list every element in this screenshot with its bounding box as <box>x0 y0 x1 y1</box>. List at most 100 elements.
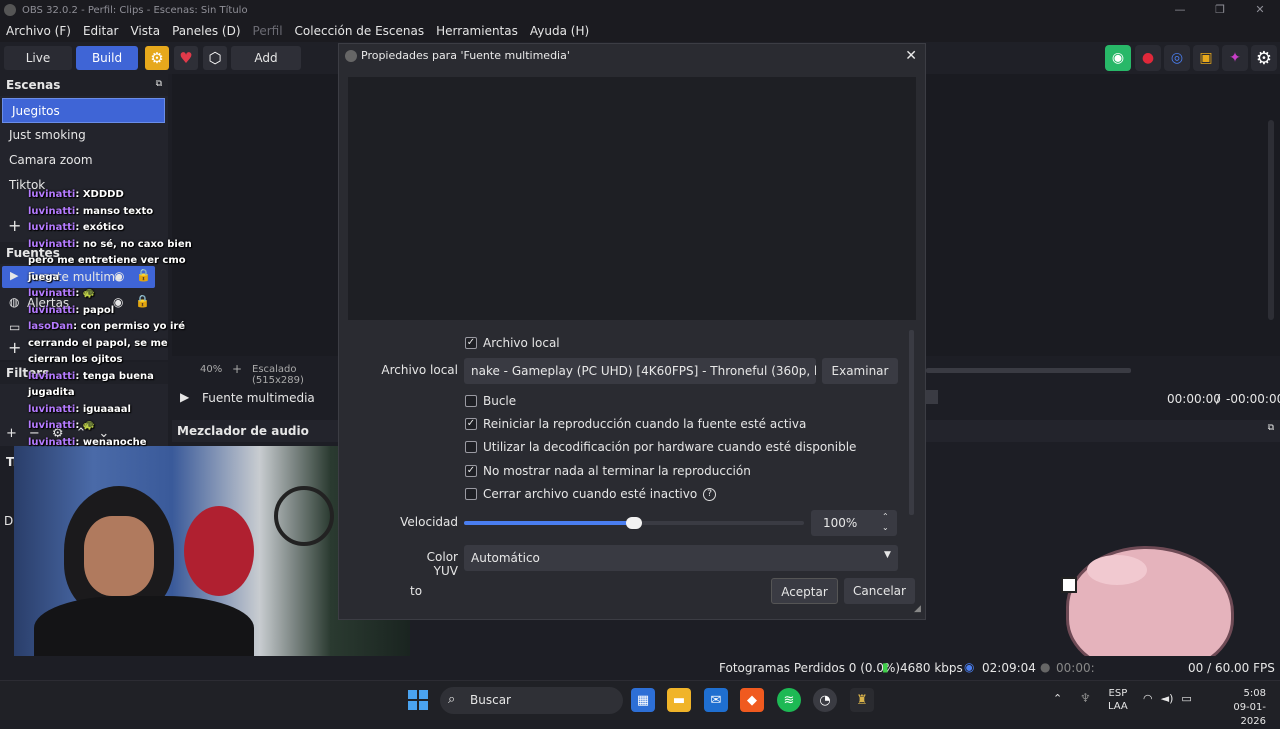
source-preview <box>348 77 916 320</box>
scene-item-juegitos[interactable]: Juegitos <box>2 98 165 123</box>
replay-icon[interactable]: ▣ <box>1193 45 1219 71</box>
gear-icon[interactable]: ⚙ <box>145 46 169 70</box>
loop-checkbox[interactable]: Bucle <box>465 392 516 410</box>
record-time: 00:00: <box>1056 661 1095 675</box>
language-indicator[interactable]: ESP LAA <box>1108 687 1128 713</box>
menu-perfil[interactable]: Perfil <box>253 24 283 38</box>
menu-vista[interactable]: Vista <box>130 24 160 38</box>
preview-scrollbar[interactable] <box>1268 120 1274 320</box>
record-icon[interactable]: ● <box>1135 45 1161 71</box>
studio-icon[interactable]: ✦ <box>1222 45 1248 71</box>
checkbox-box <box>465 395 477 407</box>
checkbox-box: ✓ <box>465 465 477 477</box>
wifi-icon[interactable]: ◠ <box>1143 692 1153 705</box>
taskbar-search[interactable]: ⌕ Buscar <box>440 687 623 714</box>
window-source-icon: ▭ <box>9 320 21 334</box>
yuv-select[interactable]: Automático <box>464 545 898 571</box>
play-icon: ▶ <box>10 269 19 282</box>
broadcast-icon[interactable]: ◉ <box>1105 45 1131 71</box>
minimize-button[interactable]: — <box>1160 0 1200 20</box>
menu-archivo[interactable]: Archivo (F) <box>6 24 71 38</box>
tray-icons: ◠ ◄) ▭ <box>1143 692 1192 705</box>
scenes-title: Escenas <box>0 74 168 96</box>
chat-line: luvinatti: 🐢 <box>28 288 96 299</box>
close-icon[interactable]: ✕ <box>905 44 917 68</box>
chat-line: luvinatti: manso texto <box>28 205 154 217</box>
undock-icon[interactable]: ⧉ <box>1268 423 1274 433</box>
heart-icon[interactable]: ♥ <box>174 46 198 70</box>
local-file-label: Archivo local <box>381 363 458 377</box>
browse-button[interactable]: Examinar <box>822 358 898 384</box>
speed-slider-fill <box>464 521 634 525</box>
dialog-title: Propiedades para 'Fuente multimedia' <box>361 49 570 62</box>
dialog-title-bar: Propiedades para 'Fuente multimedia' ✕ <box>339 44 925 68</box>
tray-chevron-icon[interactable]: ⌃ <box>1053 692 1062 705</box>
build-tab[interactable]: Build <box>76 46 138 70</box>
folder-icon[interactable]: ▬ <box>667 688 691 712</box>
add-scene-icon[interactable]: + <box>8 216 21 235</box>
brave-icon[interactable]: ◆ <box>740 688 764 712</box>
search-label: Buscar <box>470 693 511 707</box>
checkbox-box <box>465 488 477 500</box>
windows-start-icon[interactable] <box>408 690 428 710</box>
obs-taskbar-icon[interactable]: ◔ <box>813 688 837 712</box>
menu-coleccion[interactable]: Colección de Escenas <box>295 24 425 38</box>
speed-slider[interactable] <box>464 517 804 529</box>
chat-line: luvinatti: no sé, no caxo bien pero me e… <box>28 238 192 283</box>
plugin-icon[interactable]: ⬡ <box>203 46 227 70</box>
scene-item-just-smoking[interactable]: Just smoking <box>0 123 168 148</box>
fps-readout: 00 / 60.00 FPS <box>1188 661 1275 675</box>
clock[interactable]: 5:08 09-01-2026 <box>1210 687 1266 729</box>
dropped-frames: Fotogramas Perdidos 0 (0.0%) <box>719 661 901 675</box>
mail-icon[interactable]: ✉ <box>704 688 728 712</box>
help-icon[interactable]: ? <box>703 487 717 501</box>
undock-icon[interactable]: ⧉ <box>156 79 162 89</box>
media-scroll-arrow[interactable] <box>926 390 938 404</box>
live-tab[interactable]: Live <box>4 46 72 70</box>
fan-object <box>274 486 334 546</box>
restart-checkbox[interactable]: ✓ Reiniciar la reproducción cuando la fu… <box>465 415 806 433</box>
chat-line: luvinatti: wenanoche <box>28 436 147 448</box>
store-icon[interactable]: ▦ <box>631 688 655 712</box>
settings-gear-icon[interactable]: ⚙ <box>1251 45 1277 71</box>
battery-icon[interactable]: ▭ <box>1181 692 1191 705</box>
local-file-checkbox[interactable]: ✓ Archivo local <box>465 334 560 352</box>
volume-icon[interactable]: ◄) <box>1161 692 1174 705</box>
close-window-button[interactable]: ✕ <box>1240 0 1280 20</box>
media-seek-bar[interactable] <box>926 368 1131 373</box>
chevron-down-icon[interactable]: ▼ <box>884 550 891 560</box>
chat-line: luvinatti: 🐢 <box>28 420 96 431</box>
add-source-icon[interactable]: + <box>8 338 21 357</box>
scene-item-camara-zoom[interactable]: Camara zoom <box>0 148 168 173</box>
person-face <box>84 516 154 596</box>
chat-line: luvinatti: XDDDD <box>28 189 124 200</box>
defaults-button-partial[interactable]: to <box>410 584 422 598</box>
resize-grip-icon[interactable]: ◢ <box>914 604 921 614</box>
media-time-sep: / <box>1216 392 1221 406</box>
signal-icon: ▮ <box>882 660 889 674</box>
dialog-scrollbar[interactable] <box>909 330 914 515</box>
scale-label: Escalado (515x289) <box>252 364 304 386</box>
add-filter-icon[interactable]: + <box>6 426 17 441</box>
camera-icon[interactable]: ◎ <box>1164 45 1190 71</box>
add-canvas-button[interactable]: Add Canvas <box>231 46 301 89</box>
zoom-in-icon[interactable]: + <box>232 362 242 376</box>
menu-paneles[interactable]: Paneles (D) <box>172 24 240 38</box>
close-file-checkbox[interactable]: Cerrar archivo cuando esté inactivo ? <box>465 485 717 503</box>
blob-highlight <box>1087 555 1147 585</box>
checkbox-box <box>465 441 477 453</box>
spotify-icon[interactable]: ≋ <box>777 688 801 712</box>
hw-decode-checkbox[interactable]: Utilizar la decodificación por hardware … <box>465 438 856 456</box>
maximize-button[interactable]: ❐ <box>1200 0 1240 20</box>
menu-ayuda[interactable]: Ayuda (H) <box>530 24 589 38</box>
cancel-button[interactable]: Cancelar <box>844 578 915 604</box>
menu-editar[interactable]: Editar <box>83 24 119 38</box>
accept-button[interactable]: Aceptar <box>771 578 838 604</box>
speed-slider-thumb[interactable] <box>626 517 642 529</box>
local-file-input[interactable]: nake - Gameplay (PC UHD) [4K60FPS] - Thr… <box>464 358 816 384</box>
spin-arrows-icon[interactable]: ⌃ ⌄ <box>882 511 889 533</box>
app-icon[interactable]: ♜ <box>850 688 874 712</box>
mic-icon[interactable]: ♆ <box>1080 691 1091 705</box>
show-nothing-checkbox[interactable]: ✓ No mostrar nada al terminar la reprodu… <box>465 462 751 480</box>
menu-herramientas[interactable]: Herramientas <box>436 24 518 38</box>
